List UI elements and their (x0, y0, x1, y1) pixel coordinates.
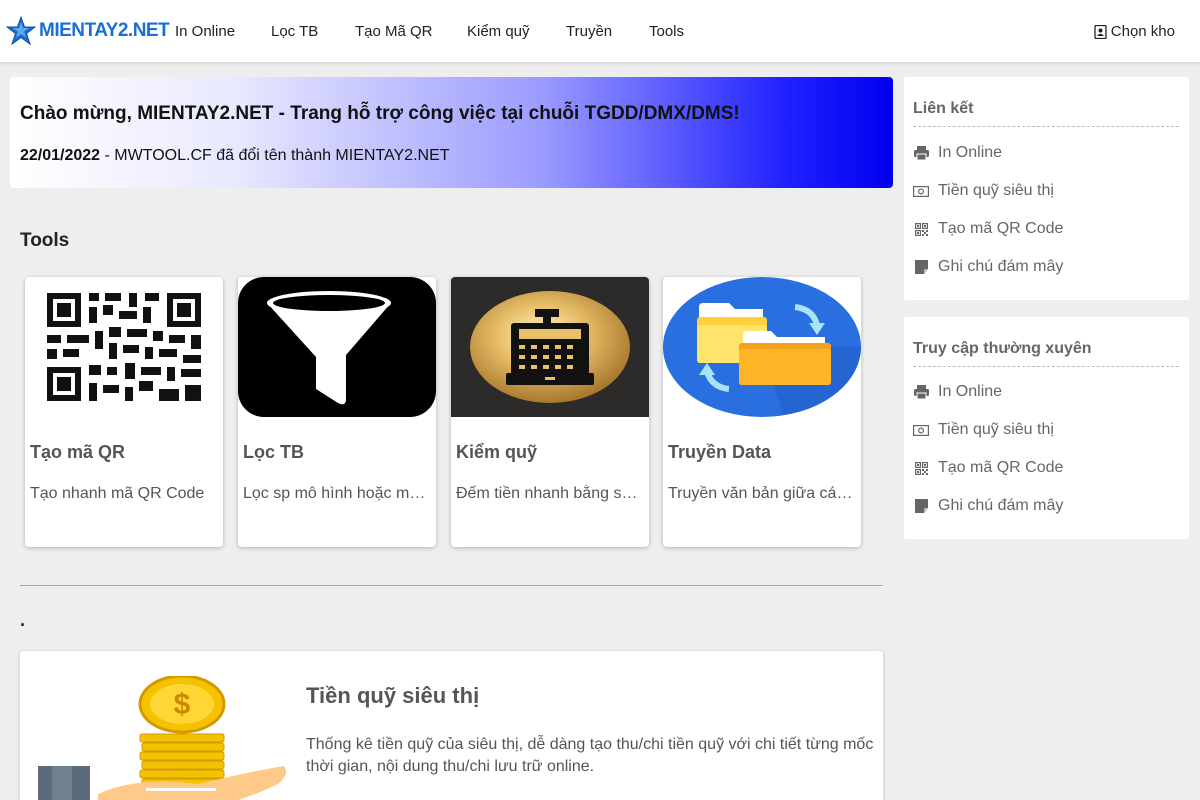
sidebar-frequent-label: In Online (938, 383, 1003, 400)
section-dot: . (20, 610, 26, 630)
money-bill-icon (913, 183, 929, 199)
sidebar-links-panel: Liên kết In Online Tiền quỹ siêu thị Tạo… (904, 77, 1189, 300)
folder-transfer-icon (663, 277, 861, 417)
tool-card-desc: Truyền văn bản giữa các thiết bị (668, 485, 854, 502)
cash-register-icon (451, 277, 649, 417)
tool-card-cash[interactable]: Kiểm quỹ Đếm tiền nhanh bằng số lượng tờ (451, 277, 649, 547)
feature-title: Tiền quỹ siêu thị (306, 683, 480, 708)
tool-card-title: Truyền Data (668, 442, 772, 462)
welcome-banner: Chào mừng, MIENTAY2.NET - Trang hỗ trợ c… (10, 77, 893, 188)
feature-card-fund[interactable]: $ Tiền quỹ siêu thị Thống kê tiền quỹ củ… (20, 651, 883, 800)
tool-card-data[interactable]: Truyền Data Truyền văn bản giữa các thiế… (663, 277, 861, 547)
nav-tools[interactable]: Tools (649, 23, 684, 40)
qrcode-icon (913, 221, 929, 237)
banner-note-date: 22/01/2022 (20, 147, 101, 164)
nav-tao-ma-qr[interactable]: Tạo Mã QR (355, 23, 433, 40)
tool-card-title: Tạo mã QR (30, 442, 126, 462)
sidebar-frequent-tien-quy[interactable]: Tiền quỹ siêu thị (913, 419, 1054, 441)
banner-title: Chào mừng, MIENTAY2.NET - Trang hỗ trợ c… (20, 103, 740, 124)
top-navbar: MIENTAY2.NET In Online Lọc TB Tạo Mã QR … (0, 0, 1200, 62)
nav-truyen[interactable]: Truyền (566, 23, 612, 40)
tools-heading: Tools (20, 230, 70, 251)
printer-icon (913, 145, 929, 161)
panel-divider (913, 366, 1179, 367)
sidebar-frequent-label: Tạo mã QR Code (938, 459, 1064, 476)
tool-card-desc: Lọc sp mô hình hoặc máy trưng bày (243, 485, 429, 502)
qr-code-icon (25, 277, 223, 417)
sidebar-link-label: Ghi chú đám mây (938, 258, 1064, 275)
banner-note-text: MWTOOL.CF đã đổi tên thành MIENTAY2.NET (114, 147, 450, 164)
star-logo-icon (6, 16, 36, 46)
sidebar-link-label: In Online (938, 144, 1003, 161)
banner-note-sep: - (100, 147, 115, 164)
sidebar-links-title: Liên kết (913, 100, 974, 117)
printer-icon (913, 384, 929, 400)
sidebar-frequent-label: Tiền quỹ siêu thị (938, 421, 1054, 438)
panel-divider (913, 126, 1179, 127)
sidebar-frequent-panel: Truy cập thường xuyên In Online Tiền quỹ… (904, 317, 1189, 539)
nav-loc-tb[interactable]: Lọc TB (271, 23, 318, 40)
svg-text:$: $ (174, 688, 191, 721)
sidebar-link-qr[interactable]: Tạo mã QR Code (913, 218, 1063, 240)
feature-desc: Thống kê tiền quỹ của siêu thị, dễ dàng … (306, 736, 874, 775)
sticky-note-icon (913, 498, 929, 514)
tool-card-title: Kiểm quỹ (456, 442, 538, 462)
tool-card-desc: Đếm tiền nhanh bằng số lượng tờ (456, 485, 642, 502)
choose-store-button[interactable]: Chọn kho (1094, 23, 1175, 40)
logo-text: MIENTAY2.NET (39, 20, 170, 41)
site-logo[interactable]: MIENTAY2.NET (6, 16, 170, 46)
address-book-icon (1094, 24, 1107, 39)
tool-card-filter[interactable]: Lọc TB Lọc sp mô hình hoặc máy trưng bày (238, 277, 436, 547)
sticky-note-icon (913, 259, 929, 275)
sidebar-link-label: Tạo mã QR Code (938, 220, 1064, 237)
sidebar-frequent-title: Truy cập thường xuyên (913, 340, 1092, 357)
sidebar-frequent-ghi-chu[interactable]: Ghi chú đám mây (913, 495, 1063, 517)
money-bill-icon (913, 422, 929, 438)
banner-note: 22/01/2022 - MWTOOL.CF đã đổi tên thành … (20, 147, 450, 165)
nav-kiem-quy[interactable]: Kiểm quỹ (467, 23, 530, 40)
sidebar-link-in-online[interactable]: In Online (913, 142, 1002, 164)
tool-card-qr[interactable]: Tạo mã QR Tạo nhanh mã QR Code (25, 277, 223, 547)
sidebar-link-tien-quy[interactable]: Tiền quỹ siêu thị (913, 180, 1054, 202)
choose-store-label: Chọn kho (1110, 23, 1175, 40)
coin-hand-icon: $ (38, 676, 286, 800)
sidebar-frequent-in-online[interactable]: In Online (913, 381, 1002, 403)
tool-card-desc: Tạo nhanh mã QR Code (30, 485, 205, 502)
sidebar-link-ghi-chu[interactable]: Ghi chú đám mây (913, 256, 1063, 278)
filter-icon (238, 277, 436, 417)
tool-card-title: Lọc TB (243, 442, 304, 462)
nav-in-online[interactable]: In Online (175, 23, 235, 40)
section-divider (20, 585, 883, 586)
sidebar-frequent-label: Ghi chú đám mây (938, 497, 1064, 514)
qrcode-icon (913, 460, 929, 476)
sidebar-link-label: Tiền quỹ siêu thị (938, 182, 1054, 199)
sidebar-frequent-qr[interactable]: Tạo mã QR Code (913, 457, 1063, 479)
